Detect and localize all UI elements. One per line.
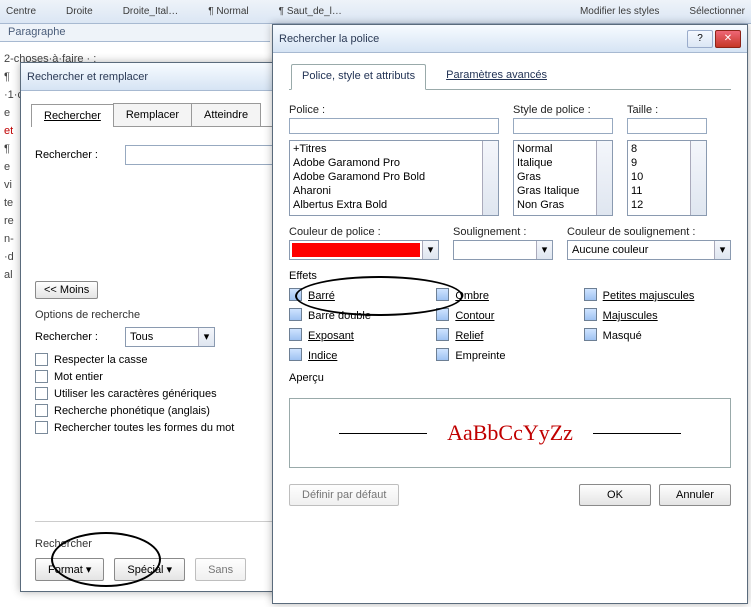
label-contour: Contour xyxy=(455,310,494,322)
checkbox-contour[interactable] xyxy=(436,308,449,321)
ribbon-selectionner[interactable]: Sélectionner xyxy=(689,6,745,17)
underline-color-combo[interactable]: Aucune couleur ▾ xyxy=(567,240,731,260)
chevron-down-icon: ▾ xyxy=(422,241,438,259)
font-size-input[interactable] xyxy=(627,118,707,134)
ribbon-style-droite[interactable]: Droite xyxy=(66,6,93,17)
chevron-down-icon: ▾ xyxy=(714,241,730,259)
format-button[interactable]: Format ▾ xyxy=(35,558,104,581)
ribbon-group-paragraphe: Paragraphe xyxy=(0,24,270,42)
label-phonetique: Recherche phonétique (anglais) xyxy=(54,405,210,417)
close-button[interactable]: ✕ xyxy=(715,30,741,48)
tab-remplacer[interactable]: Remplacer xyxy=(113,103,192,126)
cancel-button[interactable]: Annuler xyxy=(659,484,731,506)
checkbox-relief[interactable] xyxy=(436,328,449,341)
special-button[interactable]: Spécial ▾ xyxy=(114,558,185,581)
label-rechercher: Rechercher : xyxy=(35,149,125,161)
label-empreinte: Empreinte xyxy=(455,350,505,362)
tab-parametres-avances[interactable]: Paramètres avancés xyxy=(444,63,549,89)
checkbox-formes[interactable] xyxy=(35,421,48,434)
checkbox-empreinte[interactable] xyxy=(436,348,449,361)
list-item[interactable]: Adobe Garamond Pro Bold xyxy=(293,170,495,184)
tab-atteindre[interactable]: Atteindre xyxy=(191,103,261,126)
list-item[interactable]: Adobe Garamond Pro xyxy=(293,156,495,170)
label-majuscules: Majuscules xyxy=(603,310,658,322)
list-item[interactable]: Albertus Extra Bold xyxy=(293,198,495,212)
find-font-dialog: Rechercher la police ? ✕ Police, style e… xyxy=(272,24,748,604)
chevron-down-icon: ▾ xyxy=(536,241,552,259)
label-apercu: Aperçu xyxy=(289,372,731,384)
label-couleur-police: Couleur de police : xyxy=(289,226,439,238)
label-barre-double: Barré double xyxy=(308,310,371,322)
underline-color-value: Aucune couleur xyxy=(568,244,714,256)
checkbox-barre-double[interactable] xyxy=(289,308,302,321)
checkbox-exposant[interactable] xyxy=(289,328,302,341)
scrollbar[interactable] xyxy=(596,141,612,215)
label-couleur-soulignement: Couleur de soulignement : xyxy=(567,226,731,238)
label-barre: Barré xyxy=(308,290,335,302)
scrollbar[interactable] xyxy=(482,141,498,215)
checkbox-masque[interactable] xyxy=(584,328,597,341)
checkbox-petites-maj[interactable] xyxy=(584,288,597,301)
less-button[interactable]: << Moins xyxy=(35,281,98,299)
list-item[interactable]: +Titres xyxy=(293,142,495,156)
label-rechercher-scope: Rechercher : xyxy=(35,331,125,343)
ribbon-style-droite-ital[interactable]: Droite_Ital… xyxy=(123,6,179,17)
checkbox-generiques[interactable] xyxy=(35,387,48,400)
font-color-combo[interactable]: ▾ xyxy=(289,240,439,260)
ok-button[interactable]: OK xyxy=(579,484,651,506)
style-listbox[interactable]: Normal Italique Gras Gras Italique Non G… xyxy=(513,140,613,216)
preview-line-left xyxy=(339,433,427,434)
tab-police-style[interactable]: Police, style et attributs xyxy=(291,64,426,90)
sans-button[interactable]: Sans xyxy=(195,558,246,581)
font-listbox[interactable]: +Titres Adobe Garamond Pro Adobe Garamon… xyxy=(289,140,499,216)
list-item[interactable]: Aharoni xyxy=(293,184,495,198)
label-generiques: Utiliser les caractères génériques xyxy=(54,388,217,400)
font-color-swatch xyxy=(292,243,420,257)
chevron-down-icon: ▾ xyxy=(198,328,214,346)
label-exposant: Exposant xyxy=(308,330,354,342)
ribbon: Centre Droite Droite_Ital… ¶ Normal ¶ Sa… xyxy=(0,0,751,24)
ribbon-style-normal[interactable]: ¶ Normal xyxy=(208,6,248,17)
label-ombre: Ombre xyxy=(455,290,489,302)
find-font-titlebar[interactable]: Rechercher la police ? ✕ xyxy=(273,25,747,53)
label-taille: Taille : xyxy=(627,104,707,116)
checkbox-ombre[interactable] xyxy=(436,288,449,301)
checkbox-majuscules[interactable] xyxy=(584,308,597,321)
label-soulignement: Soulignement : xyxy=(453,226,553,238)
label-masque: Masqué xyxy=(603,330,642,342)
font-name-input[interactable] xyxy=(289,118,499,134)
preview-line-right xyxy=(593,433,681,434)
label-motentier: Mot entier xyxy=(54,371,103,383)
label-effets: Effets xyxy=(289,270,731,282)
help-button[interactable]: ? xyxy=(687,30,713,48)
font-style-input[interactable] xyxy=(513,118,613,134)
search-scope-value: Tous xyxy=(126,331,198,343)
tab-rechercher[interactable]: Rechercher xyxy=(31,104,114,127)
label-style: Style de police : xyxy=(513,104,613,116)
checkbox-motentier[interactable] xyxy=(35,370,48,383)
label-petites-maj: Petites majuscules xyxy=(603,290,695,302)
scrollbar[interactable] xyxy=(690,141,706,215)
label-indice: Indice xyxy=(308,350,337,362)
label-casse: Respecter la casse xyxy=(54,354,148,366)
find-font-title: Rechercher la police xyxy=(279,33,685,45)
label-formes: Rechercher toutes les formes du mot xyxy=(54,422,234,434)
checkbox-barre[interactable] xyxy=(289,288,302,301)
search-scope-combo[interactable]: Tous ▾ xyxy=(125,327,215,347)
ribbon-style-saut[interactable]: ¶ Saut_de_l… xyxy=(279,6,342,17)
checkbox-phonetique[interactable] xyxy=(35,404,48,417)
underline-combo[interactable]: ▾ xyxy=(453,240,553,260)
ribbon-style-centre[interactable]: Centre xyxy=(6,6,36,17)
label-relief: Relief xyxy=(455,330,483,342)
preview-sample-text: AaBbCcYyZz xyxy=(447,420,573,446)
preview-box: AaBbCcYyZz xyxy=(289,398,731,468)
size-listbox[interactable]: 8 9 10 11 12 xyxy=(627,140,707,216)
checkbox-casse[interactable] xyxy=(35,353,48,366)
set-default-button[interactable]: Définir par défaut xyxy=(289,484,399,506)
label-police: Police : xyxy=(289,104,499,116)
checkbox-indice[interactable] xyxy=(289,348,302,361)
ribbon-modifier-styles[interactable]: Modifier les styles xyxy=(580,6,659,17)
